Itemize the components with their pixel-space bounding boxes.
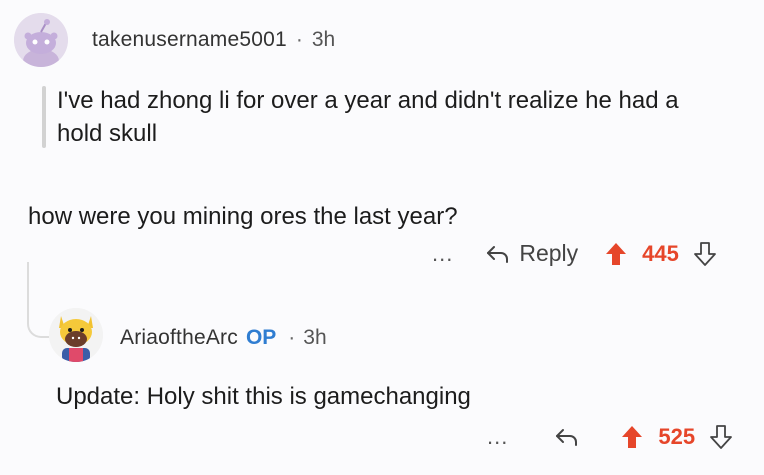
reply-label: Reply — [519, 240, 579, 266]
comment-body: how were you mining ores the last year? — [28, 203, 458, 230]
username[interactable]: AriaoftheArc — [120, 326, 238, 350]
avatar[interactable] — [49, 308, 103, 362]
score: 445 — [642, 240, 679, 266]
separator: · — [295, 28, 303, 51]
timestamp[interactable]: 3h — [312, 28, 335, 52]
more-options-button[interactable]: ... — [432, 241, 453, 267]
thread-elbow — [27, 300, 49, 338]
op-badge: OP — [245, 326, 277, 349]
comment-header: takenusername5001 · 3h — [92, 28, 335, 52]
more-options-button[interactable]: ... — [487, 424, 508, 450]
comment-header: AriaoftheArc OP · 3h — [120, 326, 327, 350]
snoo-avatar-icon — [14, 13, 68, 67]
upvote-icon[interactable] — [620, 424, 644, 450]
timestamp[interactable]: 3h — [303, 326, 326, 350]
separator: · — [288, 326, 296, 349]
reply-icon[interactable] — [554, 427, 580, 447]
quote-bar — [42, 86, 46, 148]
character-avatar-icon — [49, 308, 103, 362]
comment-actions: ... 525 — [487, 424, 733, 450]
comment-actions: ... Reply 445 — [432, 240, 717, 267]
downvote-icon[interactable] — [693, 241, 717, 267]
username[interactable]: takenusername5001 — [92, 28, 287, 52]
reply-icon — [487, 245, 509, 263]
avatar[interactable] — [14, 13, 68, 67]
downvote-icon[interactable] — [709, 424, 733, 450]
quoted-text: I've had zhong li for over a year and di… — [57, 87, 679, 147]
reply-button[interactable]: Reply — [485, 240, 578, 267]
comment-body: Update: Holy shit this is gamechanging — [56, 383, 471, 410]
score: 525 — [658, 424, 696, 449]
upvote-icon[interactable] — [604, 241, 628, 267]
